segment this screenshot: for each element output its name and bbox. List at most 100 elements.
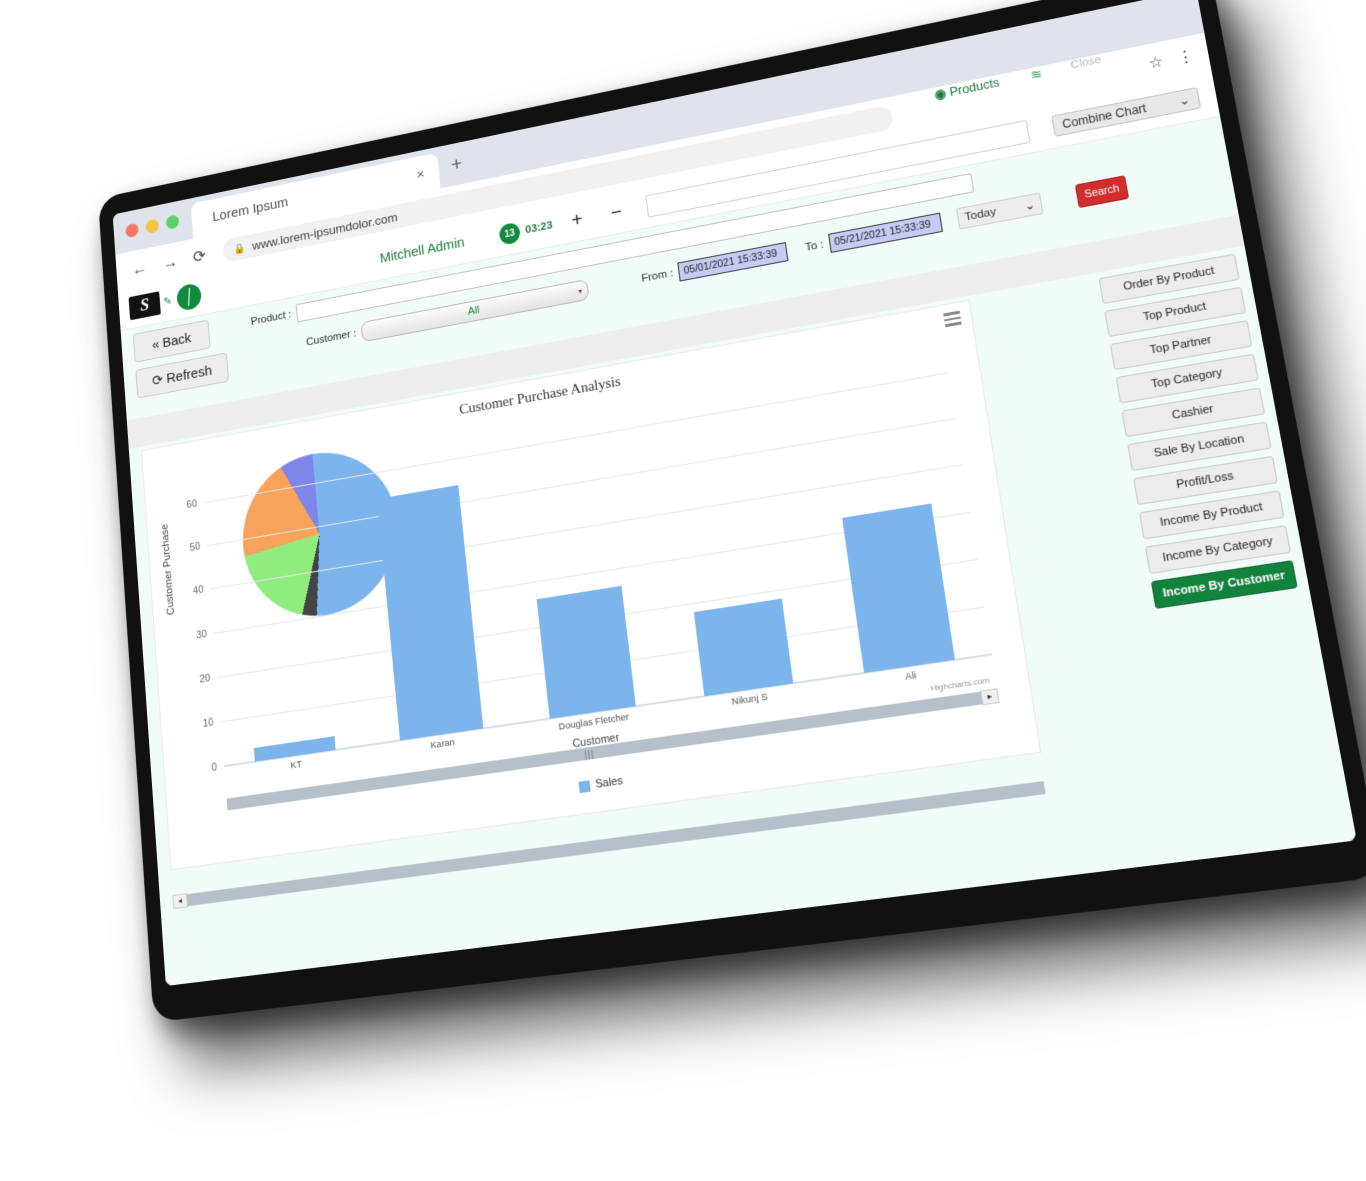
- grid-line: [224, 654, 993, 768]
- sidebar-item-label: Income By Customer: [1161, 569, 1287, 601]
- sidebar-item-1[interactable]: Top Product: [1104, 286, 1247, 338]
- y-axis-tick: 20: [199, 672, 211, 686]
- y-axis-tick: 10: [202, 716, 214, 730]
- customer-select-value: All: [467, 304, 481, 318]
- zoom-out-button[interactable]: −: [610, 201, 624, 224]
- reload-icon[interactable]: ⟳: [192, 246, 206, 267]
- legend-label: Sales: [594, 774, 624, 791]
- close-window-button[interactable]: [125, 222, 139, 239]
- grid-line: [220, 606, 985, 723]
- back-button-label: Back: [161, 329, 192, 351]
- y-axis-tick: 40: [192, 584, 204, 598]
- close-icon[interactable]: ×: [416, 166, 425, 183]
- chevron-down-icon: ▾: [577, 286, 583, 296]
- globe-icon: ◉: [933, 86, 947, 102]
- back-button-wrap: « Back: [132, 319, 211, 363]
- sidebar-item-label: Income By Product: [1159, 500, 1264, 530]
- bar[interactable]: [254, 736, 336, 762]
- back-icon[interactable]: ←: [131, 258, 148, 280]
- y-axis-tick: 0: [211, 761, 218, 774]
- laptop-device-frame: Lorem Ipsum × + ← → ⟳ 🔒 www.lorem-ipsumd…: [97, 0, 1366, 1023]
- chart-plot-area: Customer ||| ► Highcharts.com Sales 0 10…: [186, 350, 1000, 811]
- chevron-down-icon: ⌄: [1023, 199, 1036, 214]
- sidebar-item-label: Top Partner: [1148, 333, 1213, 357]
- new-tab-icon[interactable]: +: [450, 153, 463, 177]
- x-axis-title: Customer: [571, 731, 620, 751]
- mockup-stage: Lorem Ipsum × + ← → ⟳ 🔒 www.lorem-ipsumd…: [0, 0, 1366, 1181]
- y-axis-tick: 50: [189, 540, 201, 554]
- forward-icon[interactable]: →: [162, 251, 179, 273]
- chart-type-label: Combine Chart: [1061, 101, 1148, 132]
- scroll-left-button[interactable]: ◄: [172, 893, 188, 910]
- bar[interactable]: [377, 484, 484, 741]
- brush-icon[interactable]: ╱: [173, 279, 206, 315]
- from-label: From :: [640, 267, 674, 285]
- sidebar-item-6[interactable]: Profit/Loss: [1133, 455, 1279, 506]
- lock-icon: 🔒: [233, 242, 246, 256]
- sidebar-item-8[interactable]: Income By Category: [1144, 525, 1292, 575]
- refresh-button-label: Refresh: [165, 362, 213, 387]
- browser-actions: ☆ ⋮: [1147, 46, 1195, 72]
- wifi-icon: ≋: [1029, 66, 1044, 83]
- sidebar-item-label: Profit/Loss: [1175, 469, 1235, 492]
- chart-credits: Highcharts.com: [929, 675, 991, 694]
- sidebar-item-2[interactable]: Top Partner: [1109, 320, 1253, 371]
- sidebar-item-label: Sale By Location: [1152, 432, 1246, 460]
- to-label: To :: [804, 238, 825, 254]
- report-sidebar: Order By Product Top Product Top Partner To…: [1075, 253, 1298, 613]
- date-range-value: Today: [963, 205, 998, 224]
- browser-window: Lorem Ipsum × + ← → ⟳ 🔒 www.lorem-ipsumd…: [112, 0, 1357, 987]
- sidebar-item-label: Order By Product: [1122, 264, 1216, 294]
- x-axis-tick: Ali: [904, 669, 918, 683]
- zoom-in-button[interactable]: +: [570, 209, 583, 232]
- sidebar-item-label: Income By Category: [1161, 534, 1274, 565]
- scrollbar-grip-icon: |||: [583, 748, 595, 761]
- minimize-window-button[interactable]: [145, 218, 160, 235]
- back-button[interactable]: « Back: [132, 319, 211, 363]
- sidebar-item-5[interactable]: Sale By Location: [1127, 421, 1272, 472]
- chart-context-menu-icon[interactable]: [943, 310, 962, 330]
- legend-swatch: [578, 779, 591, 793]
- x-axis-tick: Nikunj S: [731, 691, 769, 708]
- date-range-select[interactable]: Today ⌄: [956, 192, 1044, 230]
- bar[interactable]: [841, 503, 956, 674]
- to-date-input[interactable]: 05/21/2021 15:33:39: [828, 212, 944, 253]
- x-axis-tick: Karan: [430, 736, 456, 752]
- sidebar-item-7[interactable]: Income By Product: [1138, 490, 1285, 540]
- x-axis-tick: KT: [290, 758, 303, 772]
- bookmark-star-icon[interactable]: ☆: [1147, 52, 1164, 72]
- sidebar-item-label: Top Category: [1150, 366, 1224, 391]
- chart-type-select[interactable]: Combine Chart ⌄: [1051, 86, 1202, 137]
- from-date-input[interactable]: 05/01/2021 15:33:39: [677, 241, 789, 282]
- bar[interactable]: [693, 598, 793, 697]
- chevron-down-icon: ⌄: [1177, 92, 1191, 109]
- bar[interactable]: [536, 585, 636, 719]
- window-controls[interactable]: [125, 214, 180, 239]
- y-axis-tick: 60: [186, 498, 198, 511]
- close-label[interactable]: Close: [1070, 54, 1102, 72]
- scrollbar-track[interactable]: |||: [226, 691, 983, 811]
- app-logo: S: [128, 291, 161, 321]
- customer-label: Customer :: [305, 327, 357, 349]
- user-name: Mitchell Admin: [379, 235, 466, 267]
- refresh-icon: ⟳: [151, 371, 164, 390]
- session-timer: 03:23: [524, 219, 554, 237]
- product-label: Product :: [250, 308, 292, 328]
- sidebar-item-9[interactable]: Income By Customer: [1150, 560, 1298, 609]
- sidebar-item-label: Top Product: [1142, 300, 1208, 324]
- pie-chart: [236, 440, 405, 628]
- y-axis-title: Customer Purchase: [159, 523, 177, 616]
- scroll-right-button[interactable]: ►: [980, 688, 1000, 706]
- sidebar-item-label: Cashier: [1171, 402, 1215, 423]
- chevron-left-icon: «: [151, 335, 160, 353]
- sidebar-item-3[interactable]: Top Category: [1115, 353, 1259, 404]
- sidebar-item-4[interactable]: Cashier: [1121, 387, 1266, 438]
- status-badge: 13: [498, 221, 521, 246]
- y-axis-tick: 30: [195, 627, 208, 642]
- sidebar-item-0[interactable]: Order By Product: [1098, 253, 1240, 305]
- page-footer: [170, 922, 1357, 987]
- search-button[interactable]: Search: [1074, 175, 1130, 209]
- browser-menu-icon[interactable]: ⋮: [1176, 46, 1195, 66]
- pencil-icon[interactable]: ✎: [163, 294, 173, 308]
- maximize-window-button[interactable]: [165, 214, 180, 230]
